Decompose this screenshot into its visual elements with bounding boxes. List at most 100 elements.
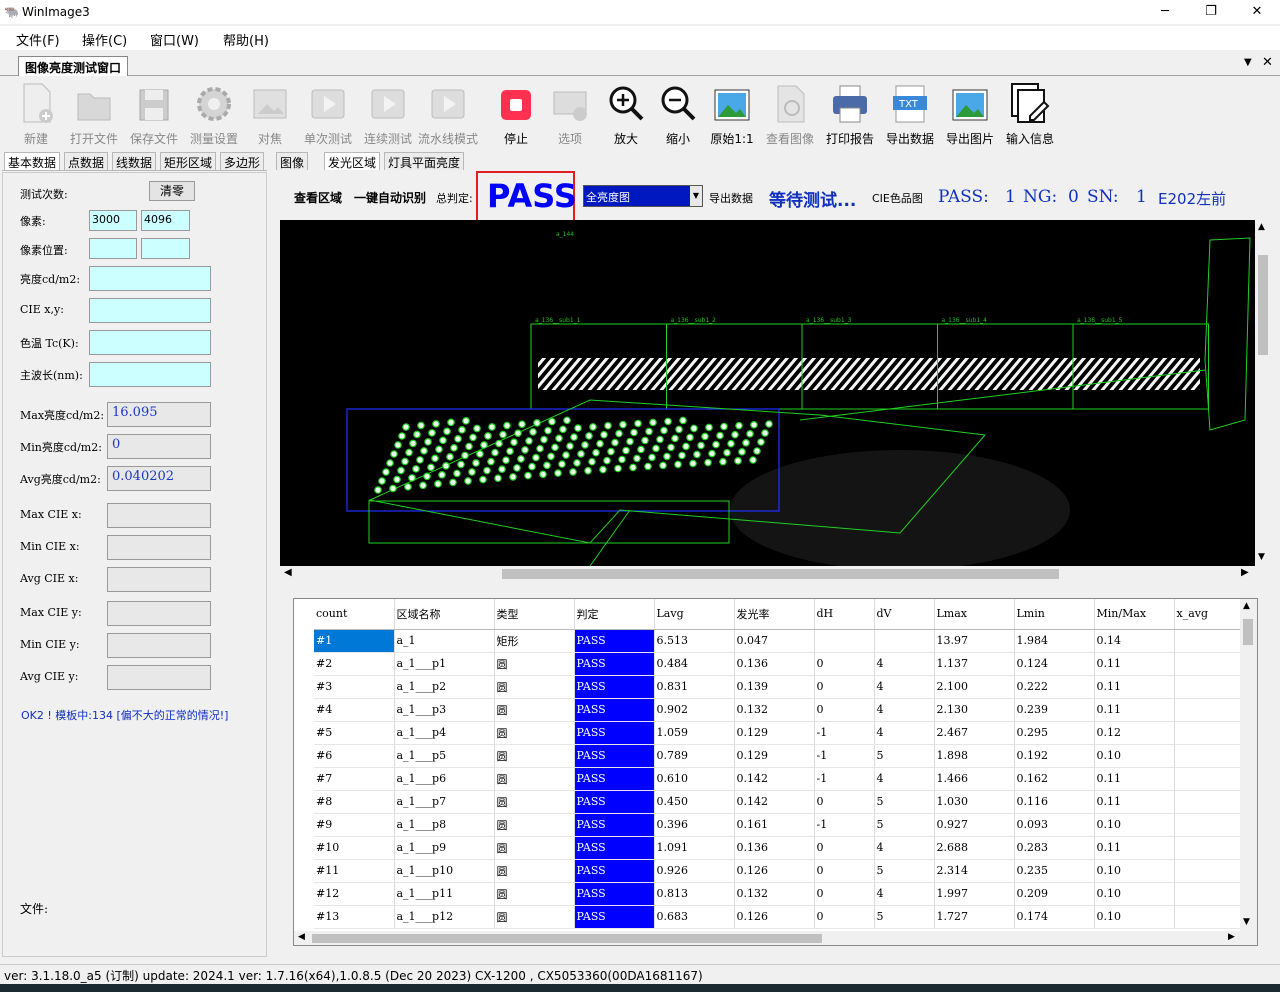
table-cell[interactable]: 0.12 bbox=[1094, 721, 1175, 745]
table-cell[interactable]: 0.11 bbox=[1094, 675, 1175, 699]
table-cell[interactable] bbox=[1174, 675, 1245, 699]
table-vscroll-thumb[interactable] bbox=[1243, 619, 1253, 645]
column-header[interactable]: 区域名称 bbox=[394, 599, 495, 630]
table-cell[interactable]: 1.137 bbox=[934, 652, 1015, 676]
table-cell[interactable] bbox=[1174, 721, 1245, 745]
table-cell[interactable]: 1.997 bbox=[934, 882, 1015, 906]
table-cell[interactable] bbox=[1174, 790, 1245, 814]
close-tab-icon[interactable]: ✕ bbox=[1262, 55, 1273, 70]
table-cell[interactable]: 0.10 bbox=[1094, 882, 1175, 906]
table-cell[interactable]: PASS bbox=[574, 675, 655, 699]
table-cell[interactable] bbox=[874, 629, 935, 653]
table-row[interactable]: #9 a_1___p8 圆 PASS 0.396 0.161 -1 5 0.927 0.093 0.… bbox=[314, 813, 1245, 837]
view-mode-select[interactable]: 全亮度图 ▼ bbox=[583, 185, 703, 207]
column-header[interactable]: dV bbox=[874, 599, 935, 630]
image-viewer[interactable]: a_144 a_136__sub1_1 a_136__sub1_2 a_136__s… bbox=[280, 220, 1255, 566]
cie-xy-field[interactable] bbox=[89, 298, 211, 323]
image-hscrollbar[interactable]: ◀ ▶ bbox=[280, 566, 1255, 582]
table-cell[interactable]: 0.129 bbox=[734, 744, 815, 768]
table-cell[interactable]: 0.902 bbox=[654, 698, 735, 722]
clear-button[interactable]: 清零 bbox=[149, 181, 195, 201]
scroll-thumb[interactable] bbox=[1258, 255, 1268, 355]
table-cell[interactable]: 1.091 bbox=[654, 836, 735, 860]
table-cell[interactable]: 2.130 bbox=[934, 698, 1015, 722]
tab-lamp-plane-luminance[interactable]: 灯具平面亮度 bbox=[384, 152, 465, 170]
toolbar-button-12[interactable]: 原始1:1 bbox=[704, 80, 760, 146]
table-row[interactable]: #11 a_1___p10 圆 PASS 0.926 0.126 0 5 2.314 0.235 0… bbox=[314, 859, 1245, 883]
table-cell[interactable]: 1.030 bbox=[934, 790, 1015, 814]
table-cell[interactable]: #4 bbox=[314, 698, 395, 722]
table-cell[interactable]: 0.610 bbox=[654, 767, 735, 791]
table-scroll-right-icon[interactable]: ▶ bbox=[1228, 932, 1235, 942]
table-cell[interactable]: PASS bbox=[574, 790, 655, 814]
table-cell[interactable]: 4 bbox=[874, 836, 935, 860]
table-cell[interactable]: 1.727 bbox=[934, 905, 1015, 929]
table-cell[interactable]: PASS bbox=[574, 629, 655, 653]
table-row[interactable]: #2 a_1___p1 圆 PASS 0.484 0.136 0 4 1.137 0.124 0.1… bbox=[314, 652, 1245, 676]
export-data-button[interactable]: 导出数据 bbox=[709, 190, 753, 206]
table-cell[interactable]: PASS bbox=[574, 836, 655, 860]
toolbar-button-9[interactable]: 选项 bbox=[542, 80, 598, 146]
table-cell[interactable]: 0.831 bbox=[654, 675, 735, 699]
table-cell[interactable]: a_1___p2 bbox=[394, 675, 495, 699]
table-cell[interactable]: 0.295 bbox=[1014, 721, 1095, 745]
toolbar-button-3[interactable]: 测量设置 bbox=[186, 80, 242, 146]
table-cell[interactable] bbox=[1174, 859, 1245, 883]
table-scroll-down-icon[interactable]: ▼ bbox=[1243, 917, 1250, 927]
table-cell[interactable] bbox=[1174, 629, 1245, 653]
table-cell[interactable]: #3 bbox=[314, 675, 395, 699]
column-header[interactable]: count bbox=[314, 599, 395, 630]
table-cell[interactable]: 0.136 bbox=[734, 836, 815, 860]
table-cell[interactable]: 13.97 bbox=[934, 629, 1015, 653]
table-hscrollbar[interactable]: ◀ ▶ bbox=[294, 931, 1257, 945]
wavelength-field[interactable] bbox=[89, 362, 211, 387]
table-row[interactable]: #13 a_1___p12 圆 PASS 0.683 0.126 0 5 1.727 0.174 0… bbox=[314, 905, 1245, 929]
table-cell[interactable]: 0.813 bbox=[654, 882, 735, 906]
table-cell[interactable]: a_1___p4 bbox=[394, 721, 495, 745]
table-vscrollbar[interactable]: ▲ ▼ bbox=[1240, 599, 1257, 931]
table-cell[interactable]: 0 bbox=[814, 859, 875, 883]
table-cell[interactable]: 5 bbox=[874, 744, 935, 768]
table-cell[interactable] bbox=[1174, 836, 1245, 860]
toolbar-button-7[interactable]: 流水线模式 bbox=[418, 80, 478, 146]
table-cell[interactable]: 0 bbox=[814, 905, 875, 929]
table-cell[interactable]: 1.898 bbox=[934, 744, 1015, 768]
table-cell[interactable]: #6 bbox=[314, 744, 395, 768]
table-cell[interactable]: 5 bbox=[874, 859, 935, 883]
table-cell[interactable]: 圆 bbox=[494, 721, 575, 745]
table-cell[interactable]: a_1___p7 bbox=[394, 790, 495, 814]
table-cell[interactable]: a_1___p3 bbox=[394, 698, 495, 722]
table-cell[interactable]: 0.139 bbox=[734, 675, 815, 699]
dropdown-arrow-icon[interactable]: ▼ bbox=[1244, 57, 1252, 68]
chevron-down-icon[interactable]: ▼ bbox=[690, 186, 702, 206]
table-cell[interactable]: 0.14 bbox=[1094, 629, 1175, 653]
table-cell[interactable]: 0.11 bbox=[1094, 698, 1175, 722]
table-cell[interactable]: #9 bbox=[314, 813, 395, 837]
table-cell[interactable]: 0.239 bbox=[1014, 698, 1095, 722]
table-cell[interactable]: 0.142 bbox=[734, 767, 815, 791]
table-cell[interactable] bbox=[814, 629, 875, 653]
table-cell[interactable]: a_1___p6 bbox=[394, 767, 495, 791]
table-cell[interactable]: 0.11 bbox=[1094, 767, 1175, 791]
table-cell[interactable]: PASS bbox=[574, 813, 655, 837]
scroll-right-icon[interactable]: ▶ bbox=[1241, 567, 1249, 578]
table-cell[interactable]: 0.136 bbox=[734, 652, 815, 676]
table-cell[interactable]: 0 bbox=[814, 675, 875, 699]
table-cell[interactable]: 0.222 bbox=[1014, 675, 1095, 699]
table-cell[interactable]: PASS bbox=[574, 721, 655, 745]
table-cell[interactable]: 0.927 bbox=[934, 813, 1015, 837]
table-cell[interactable]: 圆 bbox=[494, 698, 575, 722]
table-cell[interactable]: -1 bbox=[814, 721, 875, 745]
table-cell[interactable]: 0.10 bbox=[1094, 744, 1175, 768]
table-cell[interactable]: -1 bbox=[814, 813, 875, 837]
table-cell[interactable]: #13 bbox=[314, 905, 395, 929]
pixel-height-field[interactable]: 4096 bbox=[141, 210, 190, 231]
hscroll-thumb[interactable] bbox=[502, 569, 1059, 579]
toolbar-button-17[interactable]: 输入信息 bbox=[1002, 80, 1058, 146]
table-cell[interactable]: 0.132 bbox=[734, 882, 815, 906]
table-cell[interactable]: #1 bbox=[314, 629, 395, 653]
table-cell[interactable]: 1.984 bbox=[1014, 629, 1095, 653]
table-cell[interactable]: 圆 bbox=[494, 744, 575, 768]
table-cell[interactable]: a_1___p1 bbox=[394, 652, 495, 676]
table-cell[interactable]: 1.466 bbox=[934, 767, 1015, 791]
